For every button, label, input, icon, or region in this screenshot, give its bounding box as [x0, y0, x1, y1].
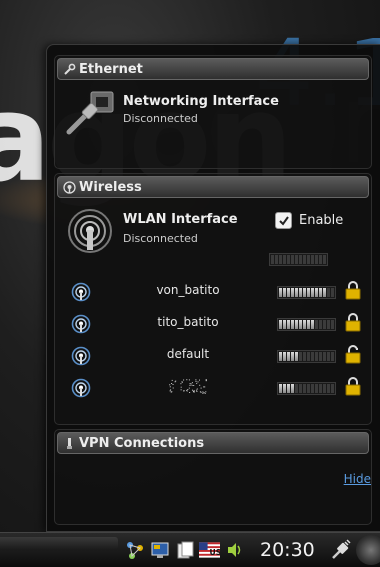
- wlan-antenna-icon: [67, 208, 113, 254]
- wireless-section: Wireless WLAN Interface Disconnected Ena…: [54, 173, 372, 425]
- vpn-key-icon: [62, 436, 76, 450]
- enable-checkbox[interactable]: [275, 212, 292, 229]
- vpn-section: VPN Connections: [54, 429, 372, 525]
- vpn-header-label: VPN Connections: [79, 436, 204, 451]
- wlan-interface-status: Disconnected: [123, 232, 238, 245]
- ethernet-interface-title: Networking Interface: [123, 94, 279, 109]
- power-plug-icon[interactable]: [330, 539, 352, 565]
- wireless-network-row[interactable]: tito_batito: [63, 312, 363, 336]
- wireless-network-icon: [71, 282, 91, 306]
- monitor-icon[interactable]: [149, 539, 170, 560]
- vpn-header: VPN Connections: [57, 432, 369, 454]
- wireless-network-icon: [71, 346, 91, 370]
- clipboard-icon[interactable]: [174, 539, 195, 560]
- wlan-interface[interactable]: WLAN Interface Disconnected: [67, 208, 238, 254]
- network-signal-meter: [277, 350, 336, 363]
- network-ssid-garbled: [123, 379, 253, 398]
- wlan-signal-meter: [269, 253, 328, 266]
- ethernet-interface[interactable]: Networking Interface Disconnected: [63, 88, 279, 138]
- wireless-network-row[interactable]: default: [63, 344, 363, 368]
- svg-text:US: US: [210, 547, 221, 556]
- lock-closed-icon: [345, 280, 361, 304]
- enable-toggle[interactable]: Enable: [275, 212, 343, 229]
- hide-link[interactable]: Hide: [344, 472, 371, 486]
- wireless-network-icon: [71, 378, 91, 402]
- lock-open-icon: [345, 344, 361, 368]
- wireless-small-icon: [62, 180, 76, 194]
- ethernet-plug-icon: [63, 88, 117, 138]
- enable-label: Enable: [299, 213, 343, 228]
- volume-icon[interactable]: [224, 539, 245, 560]
- keyboard-flag-icon[interactable]: US: [199, 539, 220, 560]
- lock-closed-icon: [345, 312, 361, 336]
- network-signal-meter: [277, 286, 336, 299]
- network-manager-popup: Ethernet Networking Interface Disconnect…: [46, 44, 380, 532]
- network-icon[interactable]: [124, 539, 145, 560]
- wlan-interface-title: WLAN Interface: [123, 212, 238, 227]
- wireless-network-row[interactable]: [63, 376, 363, 400]
- taskbar-task-strip[interactable]: [0, 537, 118, 549]
- network-signal-meter: [277, 318, 336, 331]
- network-ssid: default: [123, 347, 253, 361]
- wireless-header-label: Wireless: [79, 180, 142, 195]
- ethernet-section: Ethernet Networking Interface Disconnect…: [54, 55, 372, 169]
- network-ssid: tito_batito: [123, 315, 253, 329]
- ethernet-header: Ethernet: [57, 58, 369, 80]
- lock-closed-icon: [345, 376, 361, 400]
- wireless-header: Wireless: [57, 176, 369, 198]
- ethernet-header-label: Ethernet: [79, 62, 143, 77]
- network-ssid: von_batito: [123, 283, 253, 297]
- panel-corner-button[interactable]: [356, 535, 380, 565]
- ethernet-interface-status: Disconnected: [123, 112, 279, 125]
- taskbar: US 20:30: [0, 532, 380, 567]
- wireless-network-row[interactable]: von_batito: [63, 280, 363, 304]
- system-tray: US: [124, 539, 245, 560]
- network-signal-meter: [277, 382, 336, 395]
- clock[interactable]: 20:30: [260, 539, 315, 561]
- wireless-network-icon: [71, 314, 91, 338]
- wrench-icon: [62, 62, 76, 76]
